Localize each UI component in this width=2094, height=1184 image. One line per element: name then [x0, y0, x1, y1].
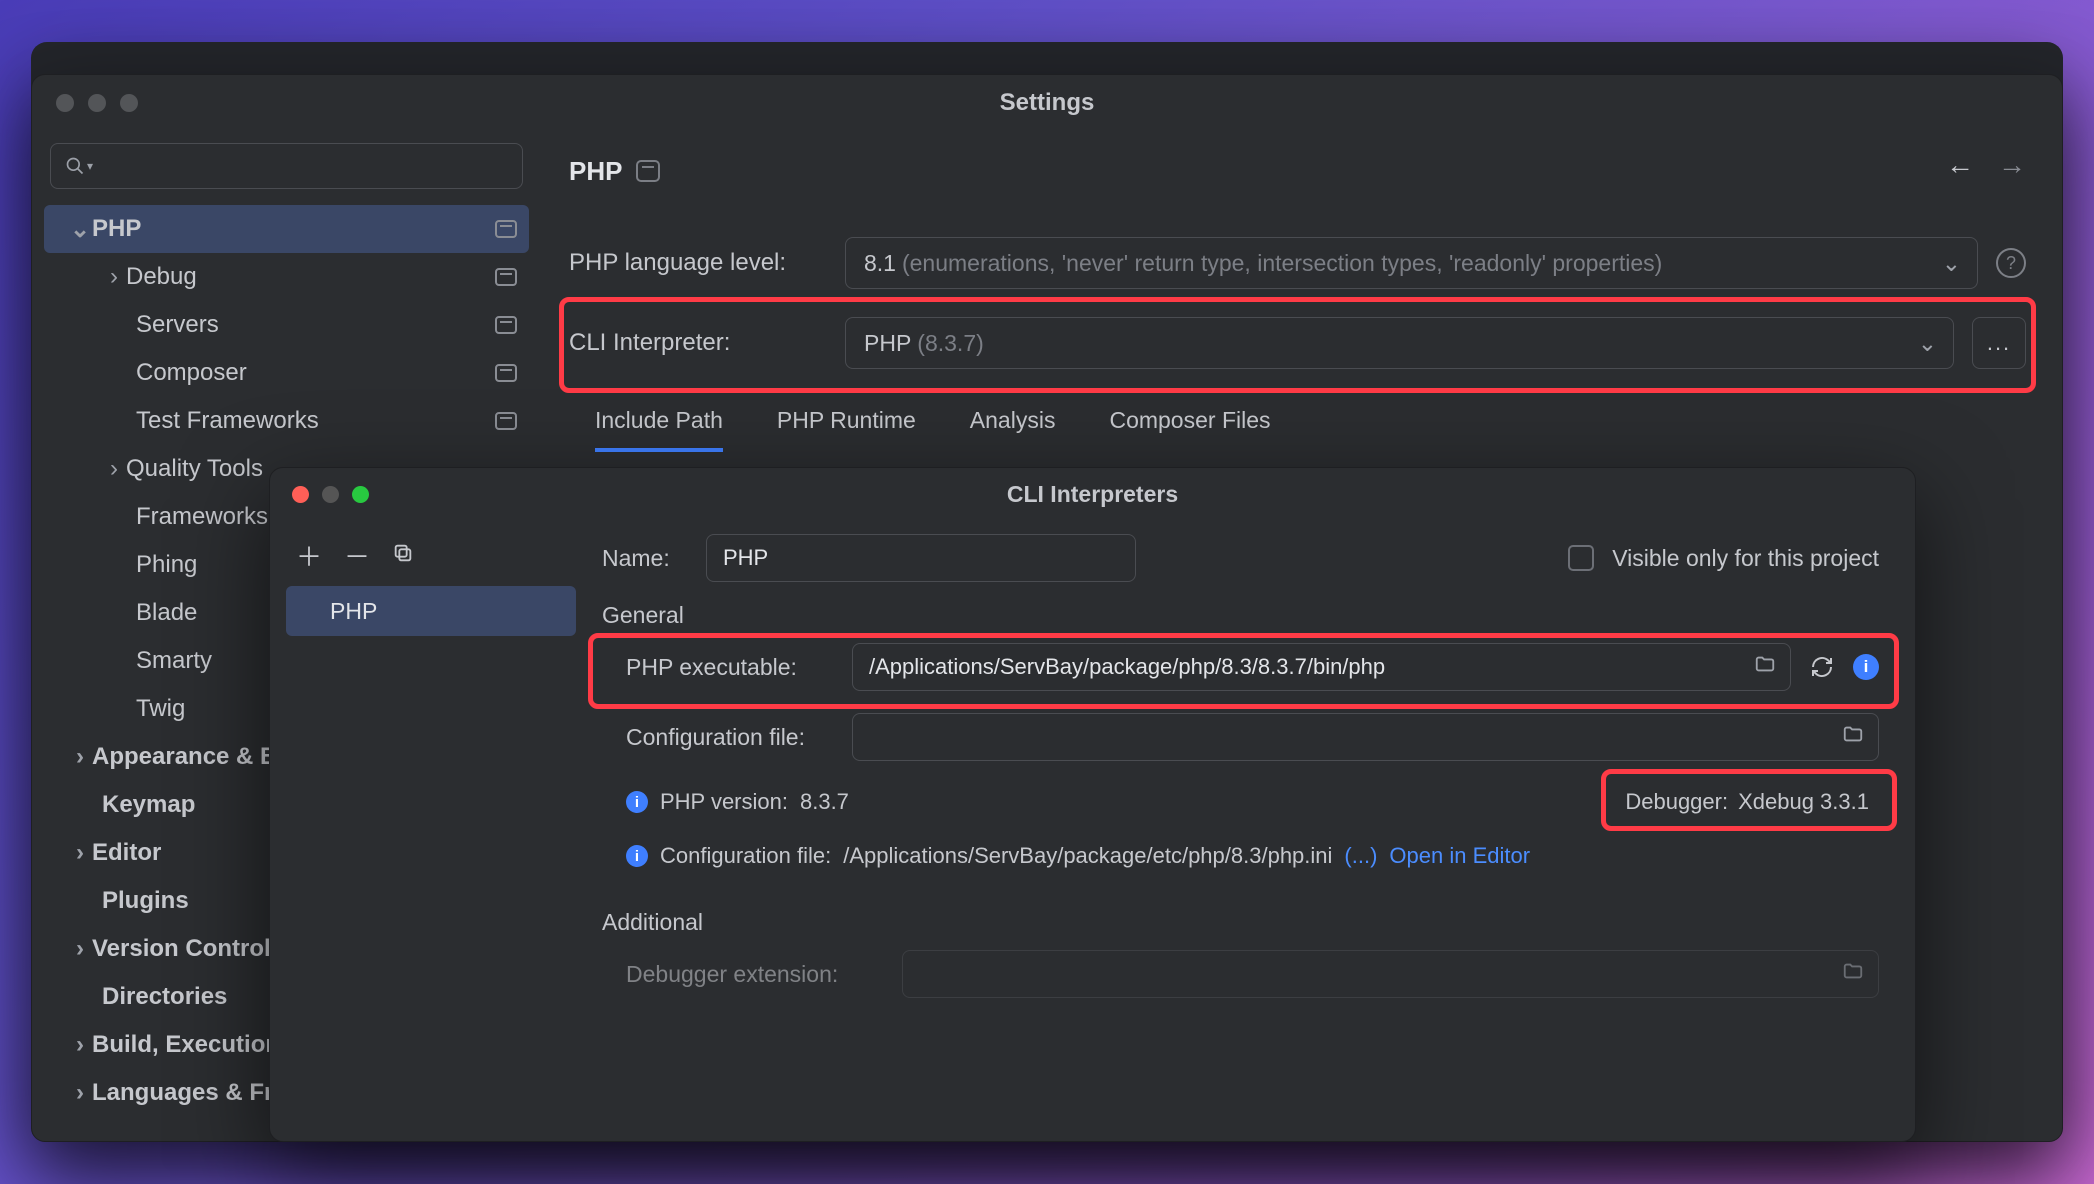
- cli-interpreter-row: CLI Interpreter: PHP (8.3.7) ⌄ ...: [569, 317, 2026, 369]
- cli-titlebar[interactable]: CLI Interpreters: [270, 468, 1915, 520]
- config-info-label: Configuration file:: [660, 843, 831, 869]
- general-section-title: General: [602, 602, 1879, 629]
- interpreter-name-input[interactable]: PHP: [706, 534, 1136, 582]
- php-version-value: 8.3.7: [800, 789, 849, 815]
- settings-titlebar[interactable]: Settings: [32, 75, 2062, 131]
- tree-item-composer[interactable]: Composer: [44, 349, 529, 397]
- php-executable-value: /Applications/ServBay/package/php/8.3/8.…: [869, 654, 1385, 680]
- chevron-right-icon: ›: [68, 935, 92, 963]
- list-item-label: PHP: [330, 598, 377, 625]
- chevron-right-icon: ›: [68, 1079, 92, 1107]
- info-icon: i: [626, 845, 648, 867]
- tab-include-path[interactable]: Include Path: [595, 407, 723, 452]
- tree-item-test-frameworks[interactable]: Test Frameworks: [44, 397, 529, 445]
- interpreter-list-item[interactable]: PHP: [286, 586, 576, 636]
- debugger-value: Xdebug 3.3.1: [1738, 789, 1869, 815]
- remove-button[interactable]: －: [344, 537, 370, 574]
- tree-label: Composer: [136, 359, 495, 387]
- tree-item-servers[interactable]: Servers: [44, 301, 529, 349]
- tree-label: Servers: [136, 311, 495, 339]
- copy-button[interactable]: [392, 540, 414, 571]
- info-icon[interactable]: i: [1853, 654, 1879, 680]
- folder-icon[interactable]: [1842, 723, 1864, 751]
- settings-title: Settings: [32, 89, 2062, 117]
- php-executable-label: PHP executable:: [626, 654, 836, 681]
- debugger-extension-label: Debugger extension:: [626, 961, 886, 988]
- ellipsis-link[interactable]: (...): [1344, 843, 1377, 869]
- php-version-label: PHP version:: [660, 789, 788, 815]
- tree-label: PHP: [92, 215, 495, 243]
- name-value: PHP: [723, 545, 768, 571]
- tree-label: Test Frameworks: [136, 407, 495, 435]
- php-language-level-select[interactable]: 8.1 (enumerations, 'never' return type, …: [845, 237, 1978, 289]
- add-button[interactable]: ＋: [296, 537, 322, 574]
- interpreter-details-panel: Name: PHP Visible only for this project …: [592, 520, 1915, 1141]
- chevron-right-icon: ›: [68, 1031, 92, 1059]
- additional-section-title: Additional: [602, 909, 1879, 936]
- project-scope-icon: [495, 268, 517, 286]
- name-label: Name:: [602, 545, 688, 572]
- php-executable-input[interactable]: /Applications/ServBay/package/php/8.3/8.…: [852, 643, 1791, 691]
- chevron-down-icon: ⌄: [1918, 330, 1937, 357]
- open-in-editor-link[interactable]: Open in Editor: [1389, 843, 1530, 869]
- debugger-extension-input[interactable]: [902, 950, 1879, 998]
- tab-php-runtime[interactable]: PHP Runtime: [777, 407, 916, 452]
- select-hint: (enumerations, 'never' return type, inte…: [902, 250, 1662, 277]
- dropdown-caret-icon: ▾: [87, 159, 93, 173]
- project-scope-icon: [636, 160, 660, 182]
- php-language-level-row: PHP language level: 8.1 (enumerations, '…: [569, 237, 2026, 289]
- select-value: PHP: [864, 330, 911, 357]
- interpreter-list-panel: ＋ － PHP: [270, 520, 592, 1141]
- project-scope-icon: [495, 364, 517, 382]
- tree-label: Debug: [126, 263, 495, 291]
- folder-icon[interactable]: [1754, 653, 1776, 681]
- chevron-down-icon: ⌄: [1942, 250, 1961, 277]
- info-icon: i: [626, 791, 648, 813]
- configuration-file-label: Configuration file:: [626, 724, 836, 751]
- page-title: PHP: [569, 156, 622, 187]
- php-tabs: Include Path PHP Runtime Analysis Compos…: [569, 407, 2026, 452]
- tab-composer-files[interactable]: Composer Files: [1109, 407, 1270, 452]
- project-scope-icon: [495, 220, 517, 238]
- cli-interpreter-label: CLI Interpreter:: [569, 329, 827, 357]
- browse-button[interactable]: ...: [1972, 317, 2026, 369]
- forward-button[interactable]: →: [1998, 149, 2026, 181]
- tab-analysis[interactable]: Analysis: [970, 407, 1056, 452]
- tree-item-php[interactable]: ⌄ PHP: [44, 205, 529, 253]
- folder-icon[interactable]: [1842, 960, 1864, 988]
- select-value: 8.1: [864, 250, 896, 277]
- back-button[interactable]: ←: [1946, 149, 1974, 181]
- cli-dialog-title: CLI Interpreters: [270, 481, 1915, 508]
- debugger-label: Debugger:: [1625, 789, 1728, 815]
- configuration-file-input[interactable]: [852, 713, 1879, 761]
- chevron-right-icon: ›: [68, 839, 92, 867]
- reload-button[interactable]: [1807, 652, 1837, 682]
- chevron-right-icon: ›: [102, 263, 126, 291]
- php-language-level-label: PHP language level:: [569, 249, 827, 277]
- project-scope-icon: [495, 316, 517, 334]
- chevron-right-icon: ›: [68, 743, 92, 771]
- visible-only-label: Visible only for this project: [1612, 545, 1879, 572]
- tree-item-debug[interactable]: › Debug: [44, 253, 529, 301]
- search-icon: [65, 156, 85, 176]
- chevron-right-icon: ›: [102, 455, 126, 483]
- select-hint: (8.3.7): [917, 330, 983, 357]
- chevron-down-icon: ⌄: [68, 215, 92, 244]
- cli-interpreter-select[interactable]: PHP (8.3.7) ⌄: [845, 317, 1954, 369]
- visible-only-checkbox[interactable]: [1568, 545, 1594, 571]
- settings-search-input[interactable]: ▾: [50, 143, 523, 189]
- project-scope-icon: [495, 412, 517, 430]
- help-icon[interactable]: ?: [1996, 248, 2026, 278]
- config-info-value: /Applications/ServBay/package/etc/php/8.…: [843, 843, 1332, 869]
- cli-interpreters-dialog: CLI Interpreters ＋ － PHP Name: PHP: [269, 467, 1916, 1142]
